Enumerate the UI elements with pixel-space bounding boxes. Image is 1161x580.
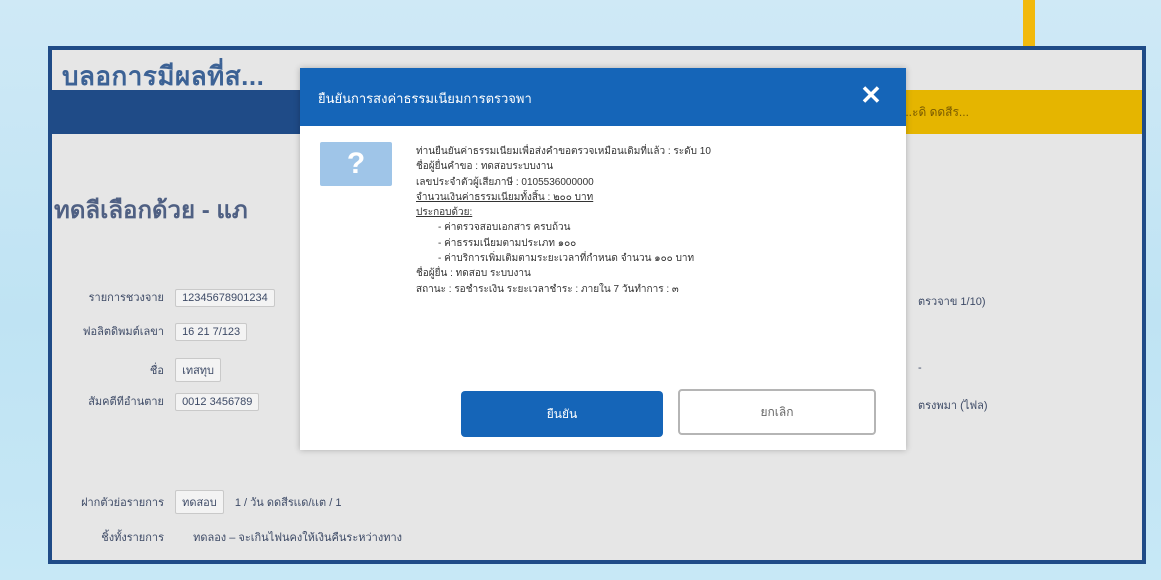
dialog-body: ท่านยืนยันค่าธรรมเนียมเพื่อส่งคำขอตรวจเห… — [416, 144, 886, 297]
form-label: ฝากตัวย่อรายการ — [81, 497, 164, 509]
background-page-heading: ทดลีเลือกด้วย - แภ — [54, 197, 248, 224]
form-label: ฟอลิตดิพมต์เลขา — [82, 326, 164, 338]
form-value: ทดสอบ — [175, 490, 224, 514]
background-nav-highlight: ...ะดิ ดดสีร... — [892, 90, 1142, 134]
form-row: ฟอลิตดิพมต์เลขา 16 21 7/123 — [52, 322, 248, 344]
form-value: เทสทุบ — [175, 358, 222, 382]
right-value: - — [918, 362, 922, 374]
cancel-button[interactable]: ยกเลิก — [678, 389, 876, 435]
form-extra: 1 / วัน ดดสีรเเด/เเต / 1 — [234, 497, 342, 509]
form-value: 12345678901234 — [175, 289, 275, 307]
dialog-text-line: ชื่อผู้ยื่นคำขอ : ทดสอบระบบงาน — [416, 161, 554, 173]
form-value: 16 21 7/123 — [175, 323, 248, 341]
form-row: ฝากตัวย่อรายการ ทดสอบ 1 / วัน ดดสีรเเด/เ… — [52, 490, 342, 514]
dialog-text-line: สถานะ : รอชำระเงิน ระยะเวลาชำระ : ภายใน … — [416, 283, 679, 295]
form-row: ชื่อ เทสทุบ — [52, 358, 222, 382]
dialog-text-line: ชื่อผู้ยื่น : ทดสอบ ระบบงาน — [416, 268, 531, 280]
dialog-text-line: ท่านยืนยันค่าธรรมเนียมเพื่อส่งคำขอตรวจเห… — [416, 146, 711, 157]
question-mark: ? — [346, 147, 366, 180]
form-label: รายการชวงจาย — [88, 292, 164, 304]
confirm-button[interactable]: ยืนยัน — [461, 391, 663, 437]
dialog-text-line: - ค่าธรรมเนียมตามประเภท ๑๐๐ — [438, 237, 577, 249]
dialog-text-line: จำนวนเงินค่าธรรมเนียมทั้งสิ้น : ๒๐๐ บาท — [416, 191, 594, 203]
close-icon[interactable]: ✕ — [854, 78, 888, 112]
question-icon: ? — [320, 142, 392, 186]
dialog-title: ยืนยันการสงค่าธรรมเนียมการตรวจพา — [318, 91, 532, 106]
form-row: สัมคตีทีอำนตาย 0012 3456789 — [52, 392, 260, 414]
dialog-text-line: - ค่าตรวจสอบเอกสาร ครบถ้วน — [438, 222, 571, 234]
form-extra: ทดลอง – จะเกินไฟนคงให้เงินคืนระหว่างทาง — [193, 532, 403, 544]
form-value: 0012 3456789 — [175, 393, 260, 411]
form-label: สัมคตีทีอำนตาย — [88, 396, 164, 408]
right-value: ตรวจาข 1/10) — [918, 296, 986, 308]
form-label: ชิ้งทั้งรายการ — [101, 532, 164, 544]
dialog-text-line: เลขประจำตัวผู้เสียภาษี : 0105536000000 — [416, 176, 594, 188]
dialog-text-line: ประกอบด้วย: — [416, 207, 473, 219]
confirm-dialog: ยืนยันการสงค่าธรรมเนียมการตรวจพา ✕ ? ท่า… — [300, 68, 906, 450]
dialog-text-line: - ค่าบริการเพิ่มเติมตามระยะเวลาที่กำหนด … — [438, 253, 695, 265]
form-row: รายการชวงจาย 12345678901234 — [52, 288, 275, 310]
right-value: ตรงพมา (ไฟล) — [918, 400, 988, 412]
form-row: ชิ้งทั้งรายการ ทดลอง – จะเกินไฟนคงให้เงิ… — [52, 528, 402, 550]
dialog-header: ยืนยันการสงค่าธรรมเนียมการตรวจพา ✕ — [300, 68, 906, 126]
form-label: ชื่อ — [149, 365, 164, 377]
